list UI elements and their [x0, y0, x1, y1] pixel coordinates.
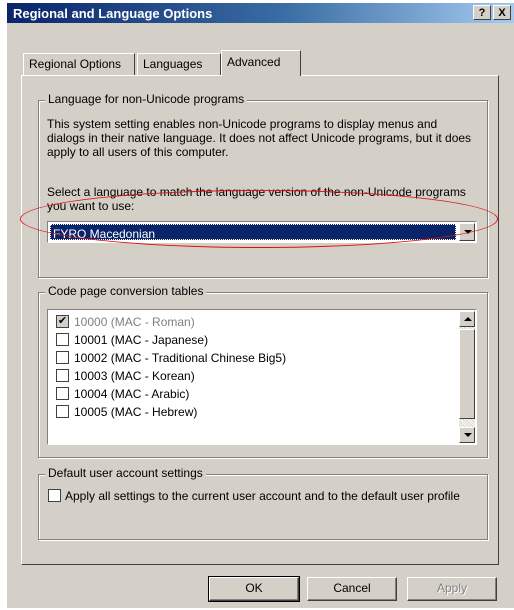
dialog-window: Regional and Language Options ? X Region…: [6, 2, 514, 608]
list-item-label: 10002 (MAC - Traditional Chinese Big5): [74, 351, 287, 365]
checkbox-icon[interactable]: [56, 333, 69, 346]
non-unicode-group: Language for non-Unicode programs This s…: [38, 92, 488, 278]
list-item-label: 10005 (MAC - Hebrew): [74, 405, 198, 419]
checkbox-icon[interactable]: [56, 405, 69, 418]
apply-all-label[interactable]: Apply all settings to the current user a…: [65, 489, 465, 503]
checkbox-icon[interactable]: [56, 387, 69, 400]
tab-languages[interactable]: Languages: [137, 53, 221, 75]
apply-button[interactable]: Apply: [407, 577, 497, 601]
tab-regional-options[interactable]: Regional Options: [23, 53, 135, 75]
list-item-label: 10000 (MAC - Roman): [74, 315, 195, 329]
help-button[interactable]: ?: [473, 5, 491, 20]
checkbox-checked-icon: ✔: [56, 315, 69, 328]
default-user-group: Default user account settings Apply all …: [38, 466, 488, 540]
group-title: Language for non-Unicode programs: [45, 92, 248, 106]
group-title: Code page conversion tables: [45, 284, 207, 298]
non-unicode-description: This system setting enables non-Unicode …: [47, 117, 472, 159]
chevron-down-icon: [464, 433, 472, 437]
close-button[interactable]: X: [493, 5, 511, 20]
annotation-ellipse: [20, 190, 498, 248]
scroll-up-button[interactable]: [459, 311, 475, 327]
group-title: Default user account settings: [45, 466, 206, 480]
code-page-list[interactable]: ✔ 10000 (MAC - Roman) 10001 (MAC - Japan…: [47, 309, 477, 445]
list-item-label: 10001 (MAC - Japanese): [74, 333, 209, 347]
tab-panel-advanced: Language for non-Unicode programs This s…: [21, 75, 499, 565]
tab-label: Languages: [143, 57, 203, 71]
scroll-thumb[interactable]: [459, 329, 475, 419]
tab-label: Regional Options: [29, 57, 122, 71]
checkbox-icon[interactable]: [56, 351, 69, 364]
list-item-label: 10003 (MAC - Korean): [74, 369, 195, 383]
window-title: Regional and Language Options: [13, 6, 213, 21]
scroll-down-button[interactable]: [459, 427, 475, 443]
cancel-button[interactable]: Cancel: [307, 577, 397, 601]
list-item-label: 10004 (MAC - Arabic): [74, 387, 190, 401]
apply-all-checkbox[interactable]: [48, 489, 61, 502]
tab-advanced[interactable]: Advanced: [221, 50, 301, 76]
checkbox-icon[interactable]: [56, 369, 69, 382]
chevron-up-icon: [464, 317, 472, 321]
ok-button[interactable]: OK: [208, 576, 300, 602]
title-bar[interactable]: Regional and Language Options: [7, 3, 514, 23]
code-page-group: Code page conversion tables ✔ 10000 (MAC…: [38, 284, 488, 458]
tab-label: Advanced: [227, 55, 281, 69]
